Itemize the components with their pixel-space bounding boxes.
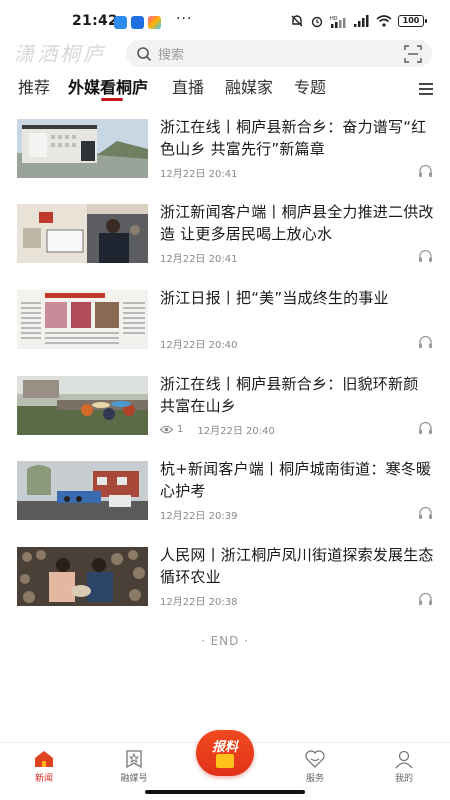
signal-icon bbox=[354, 15, 369, 27]
news-time: 12月22日 20:40 bbox=[197, 426, 275, 437]
news-meta: 12月22日 20:39 bbox=[160, 507, 237, 522]
nav-news[interactable]: 新闻 bbox=[14, 747, 74, 784]
home-icon bbox=[35, 751, 53, 767]
nav-media-account[interactable]: 融媒号 bbox=[104, 747, 164, 784]
nav-services-label: 服务 bbox=[305, 774, 324, 784]
news-title: 浙江新闻客户端丨桐庐县全力推进二供改造 让更多居民喝上放心水 bbox=[160, 203, 434, 243]
news-item[interactable]: 浙江在线丨桐庐县新合乡：奋力谱写“红色山乡 共富先行”新篇章 12月22日 20… bbox=[0, 118, 450, 199]
video-app-icon bbox=[131, 16, 144, 29]
headphone-icon[interactable] bbox=[418, 164, 433, 178]
alarm-icon bbox=[311, 16, 323, 28]
headphone-icon[interactable] bbox=[418, 506, 433, 520]
news-title: 浙江在线丨桐庐县新合乡：旧貌环新颜 共富在山乡 bbox=[160, 375, 419, 415]
tab-live[interactable]: 直播 bbox=[172, 78, 204, 102]
headphone-icon[interactable] bbox=[418, 592, 433, 606]
battery-indicator: 100 bbox=[398, 15, 427, 27]
wifi-icon bbox=[376, 15, 392, 27]
heart-icon bbox=[305, 750, 325, 768]
nav-news-label: 新闻 bbox=[34, 774, 53, 784]
headphone-icon[interactable] bbox=[418, 335, 433, 349]
news-item[interactable]: 浙江新闻客户端丨桐庐县全力推进二供改造 让更多居民喝上放心水 12月22日 20… bbox=[0, 203, 450, 284]
svg-text:HD: HD bbox=[330, 16, 338, 22]
search-placeholder: 搜索 bbox=[158, 48, 185, 63]
report-button[interactable]: 报料 bbox=[196, 730, 254, 776]
more-notifications-icon: ··· bbox=[176, 11, 193, 27]
news-meta: 12月22日 20:41 bbox=[160, 250, 237, 265]
app-logo: 潇洒桐庐 bbox=[14, 42, 106, 66]
search-icon bbox=[137, 46, 151, 61]
report-label: 报料 bbox=[211, 740, 238, 755]
signal-hd-icon: HD bbox=[330, 16, 346, 28]
scan-icon[interactable] bbox=[404, 44, 422, 63]
nav-services[interactable]: 服务 bbox=[285, 747, 345, 784]
search-bar[interactable]: 搜索 bbox=[126, 40, 432, 67]
news-meta: 1 12月22日 20:40 bbox=[160, 422, 275, 437]
tab-recommend[interactable]: 推荐 bbox=[18, 78, 50, 102]
news-thumbnail bbox=[17, 461, 148, 520]
tab-topics[interactable]: 专题 bbox=[294, 78, 326, 102]
menu-icon[interactable] bbox=[418, 82, 434, 96]
news-meta: 12月22日 20:40 bbox=[160, 336, 237, 351]
news-time: 12月22日 20:41 bbox=[160, 254, 238, 265]
bookmark-star-icon bbox=[126, 750, 142, 769]
photos-app-icon bbox=[148, 16, 161, 29]
nav-profile-label: 我的 bbox=[394, 774, 413, 784]
news-thumbnail bbox=[17, 119, 148, 178]
status-time: 21:42 bbox=[72, 13, 119, 29]
news-thumbnail bbox=[17, 376, 148, 435]
active-tab-indicator bbox=[101, 98, 123, 101]
nav-profile[interactable]: 我的 bbox=[374, 747, 434, 784]
news-time: 12月22日 20:39 bbox=[160, 511, 238, 522]
news-title: 浙江在线丨桐庐县新合乡：奋力谱写“红色山乡 共富先行”新篇章 bbox=[160, 118, 427, 158]
tab-media-family[interactable]: 融媒家 bbox=[225, 78, 273, 102]
bell-muted-icon bbox=[291, 15, 303, 27]
news-thumbnail bbox=[17, 290, 148, 349]
view-count: 1 bbox=[177, 424, 184, 435]
home-indicator[interactable] bbox=[145, 790, 305, 794]
news-item[interactable]: 浙江日报丨把“美”当成终生的事业 12月22日 20:40 bbox=[0, 289, 450, 370]
end-of-list-marker: · END · bbox=[200, 634, 250, 648]
nav-media-account-label: 融媒号 bbox=[120, 774, 148, 784]
news-title: 杭+新闻客户端丨桐庐城南街道：寒冬暖心护考 bbox=[160, 460, 432, 500]
news-meta: 12月22日 20:41 bbox=[160, 165, 237, 180]
news-thumbnail bbox=[17, 204, 148, 263]
news-title: 浙江日报丨把“美”当成终生的事业 bbox=[160, 289, 389, 307]
news-meta: 12月22日 20:38 bbox=[160, 593, 237, 608]
news-time: 12月22日 20:41 bbox=[160, 169, 238, 180]
news-item[interactable]: 人民网丨浙江桐庐凤川街道探索发展生态循环农业 12月22日 20:38 bbox=[0, 546, 450, 627]
status-indicators: HD 100 bbox=[290, 14, 427, 28]
news-time: 12月22日 20:38 bbox=[160, 597, 238, 608]
status-bar: 21:42 ··· HD 100 bbox=[0, 0, 450, 40]
eye-icon bbox=[160, 425, 173, 434]
news-thumbnail bbox=[17, 547, 148, 606]
message-app-icon bbox=[114, 16, 127, 29]
notification-icons bbox=[114, 16, 161, 29]
report-box-icon bbox=[216, 754, 234, 768]
headphone-icon[interactable] bbox=[418, 421, 433, 435]
news-time: 12月22日 20:40 bbox=[160, 340, 238, 351]
channel-tabs: 推荐 外媒看桐庐 直播 融媒家 专题 bbox=[0, 78, 450, 106]
news-title: 人民网丨浙江桐庐凤川街道探索发展生态循环农业 bbox=[160, 546, 434, 586]
user-icon bbox=[395, 750, 413, 769]
news-item[interactable]: 杭+新闻客户端丨桐庐城南街道：寒冬暖心护考 12月22日 20:39 bbox=[0, 460, 450, 541]
headphone-icon[interactable] bbox=[418, 249, 433, 263]
news-item[interactable]: 浙江在线丨桐庐县新合乡：旧貌环新颜 共富在山乡 1 12月22日 20:40 bbox=[0, 375, 450, 456]
